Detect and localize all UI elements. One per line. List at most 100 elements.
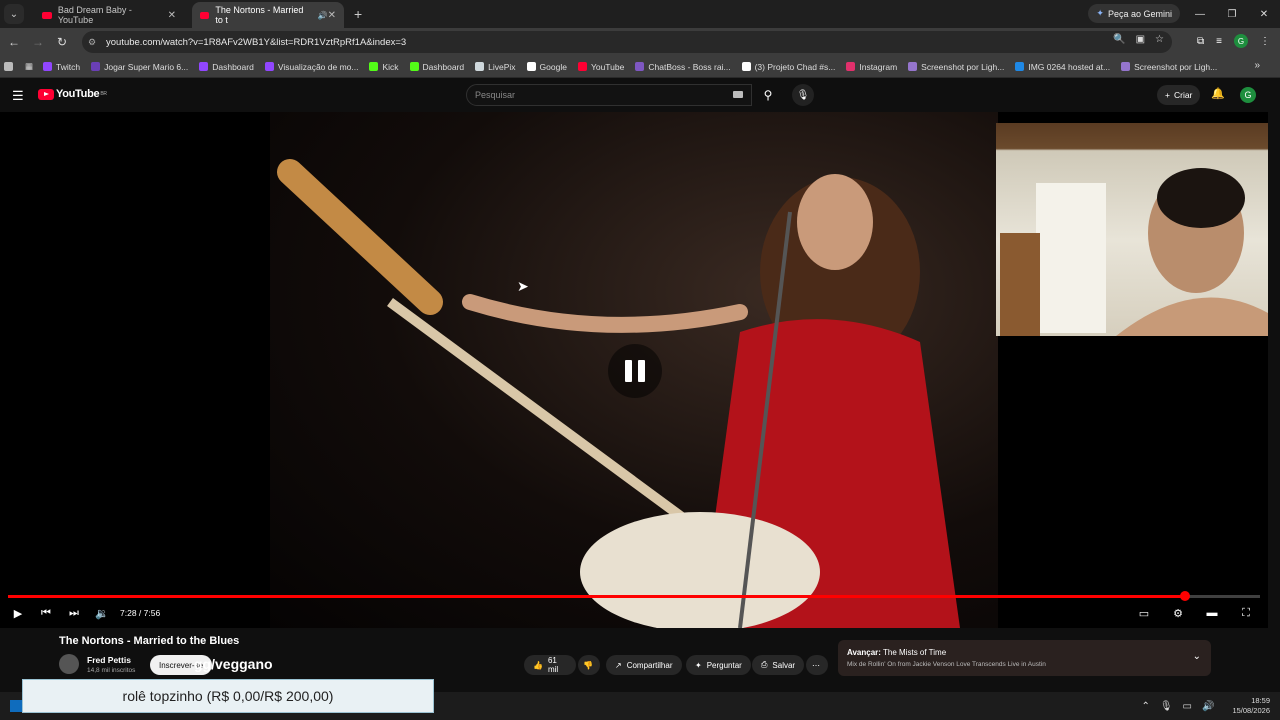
thumbs-down-icon: 👎 bbox=[583, 660, 593, 670]
bookmark-item[interactable]: Screenshot por Ligh... bbox=[908, 62, 1004, 72]
chevron-up-icon[interactable]: ⌃ bbox=[1141, 701, 1149, 712]
restore-icon[interactable]: ❐ bbox=[1216, 9, 1248, 20]
search-input[interactable]: Pesquisar bbox=[466, 84, 752, 106]
video-player[interactable]: ➤ ▶ ⏮ ⏭ 🔉 7:28 / 7:56 ▭ ⚙ ▬ ⛶ bbox=[0, 112, 1268, 628]
dislike-button[interactable]: 👎 bbox=[578, 655, 600, 675]
bookmark-item[interactable]: Google bbox=[526, 62, 567, 72]
bookmark-label: Screenshot por Ligh... bbox=[1134, 61, 1218, 72]
share-label: Compartilhar bbox=[626, 660, 673, 670]
speaker-icon[interactable]: 🔊 bbox=[1202, 701, 1214, 712]
close-tab-icon[interactable]: ✕ bbox=[328, 10, 336, 21]
bookmark-item[interactable]: Twitch bbox=[43, 62, 80, 72]
network-icon[interactable]: ▭ bbox=[1183, 701, 1192, 712]
url-bar[interactable]: ⚙ youtube.com/watch?v=1R8AFv2WB1Y&list=R… bbox=[82, 31, 1172, 53]
tab-search-button[interactable]: ⌄ bbox=[4, 4, 24, 24]
bookmark-item[interactable]: Jogar Super Mario 6... bbox=[91, 62, 188, 72]
bookmark-item[interactable]: (3) Projeto Chad #s... bbox=[741, 61, 836, 72]
up-next-title: The Mists of Time bbox=[883, 648, 947, 657]
play-icon[interactable]: ▶ bbox=[4, 607, 32, 620]
bookmark-item[interactable]: Visualização de mo... bbox=[264, 62, 358, 72]
extensions-icon[interactable]: ⧉ bbox=[1197, 36, 1204, 47]
bookmark-star-icon[interactable]: ☆ bbox=[1155, 34, 1164, 45]
gemini-button[interactable]: ✦ Peça ao Gemini bbox=[1088, 4, 1180, 23]
next-icon[interactable]: ⏭ bbox=[60, 607, 88, 620]
save-button[interactable]: ⎙ Salvar bbox=[752, 655, 805, 675]
bookmark-item[interactable]: Screenshot por Ligh... bbox=[1121, 62, 1217, 72]
zoom-icon[interactable]: 🔍 bbox=[1113, 34, 1125, 45]
subtitles-icon[interactable]: ▭ bbox=[1130, 607, 1158, 620]
tab-bad-dream-baby[interactable]: Bad Dream Baby - YouTube ✕ bbox=[34, 2, 184, 28]
address-toolbar: ← → ↻ ⚙ youtube.com/watch?v=1R8AFv2WB1Y&… bbox=[0, 28, 1280, 56]
bookmark-item[interactable]: Dashboard bbox=[199, 62, 254, 72]
sparkle-icon: ✦ bbox=[695, 660, 702, 670]
bookmark-favicon-icon bbox=[264, 62, 274, 71]
close-window-icon[interactable]: ✕ bbox=[1248, 9, 1280, 20]
close-tab-icon[interactable]: ✕ bbox=[168, 10, 176, 21]
donation-goal-bar: rolê topzinho (R$ 0,00/R$ 200,00) bbox=[22, 679, 434, 713]
voice-search-button[interactable]: 🎙 bbox=[792, 84, 814, 106]
more-actions-button[interactable]: ⋯ bbox=[806, 655, 828, 675]
fullscreen-icon[interactable]: ⛶ bbox=[1232, 607, 1260, 620]
previous-icon[interactable]: ⏮ bbox=[32, 607, 60, 620]
media-controls-icon[interactable]: ≡ bbox=[1216, 36, 1222, 47]
notifications-bell-icon[interactable]: 🔔 bbox=[1211, 87, 1225, 100]
bookmark-item[interactable]: Kick bbox=[369, 62, 399, 72]
microphone-icon[interactable]: 🎙 bbox=[1160, 701, 1173, 712]
tab-the-nortons[interactable]: The Nortons - Married to t 🔊 ✕ bbox=[192, 2, 344, 28]
save-label: Salvar bbox=[772, 660, 796, 670]
chevron-down-icon[interactable]: ⌄ bbox=[1193, 651, 1201, 662]
profile-avatar[interactable]: G bbox=[1234, 34, 1248, 48]
center-pause-indicator[interactable] bbox=[608, 344, 662, 398]
bookmark-label: (3) Projeto Chad #s... bbox=[754, 61, 836, 72]
ask-button[interactable]: ✦ Perguntar bbox=[686, 655, 751, 675]
webcam-image bbox=[1000, 168, 1268, 336]
menu-icon[interactable]: ⋮ bbox=[1260, 36, 1270, 47]
settings-gear-icon[interactable]: ⚙ bbox=[1164, 607, 1192, 620]
scrubber-handle[interactable] bbox=[1179, 591, 1190, 601]
back-icon[interactable]: ← bbox=[2, 35, 26, 49]
forward-icon[interactable]: → bbox=[26, 35, 50, 49]
time-display: 7:28 / 7:56 bbox=[120, 608, 161, 618]
bookmark-item[interactable]: YouTube bbox=[577, 62, 624, 72]
youtube-account-avatar[interactable]: G bbox=[1240, 87, 1256, 103]
bookmark-item[interactable]: Dashboard bbox=[409, 62, 464, 72]
toolbar-right: ⧉ ≡ G ⋮ bbox=[1197, 34, 1270, 48]
progress-bar[interactable] bbox=[8, 591, 1260, 601]
site-info-icon[interactable]: ⚙ bbox=[88, 37, 102, 48]
search-icon: ⚲ bbox=[763, 88, 773, 102]
youtube-logo-text: YouTube bbox=[56, 88, 100, 100]
youtube-favicon-icon bbox=[42, 11, 52, 19]
gemini-icon: ✦ bbox=[1096, 8, 1104, 18]
bookmark-item[interactable]: IMG 0264 hosted at... bbox=[1015, 62, 1110, 72]
youtube-logo[interactable]: YouTube BR bbox=[38, 88, 107, 100]
audio-playing-icon[interactable]: 🔊 bbox=[318, 11, 328, 20]
bookmark-item[interactable]: ChatBoss - Boss rai... bbox=[635, 62, 731, 72]
create-button[interactable]: + Criar bbox=[1157, 85, 1201, 105]
url-text: youtube.com/watch?v=1R8AFv2WB1Y&list=RDR… bbox=[106, 36, 407, 48]
like-count: 61 mil bbox=[547, 656, 559, 674]
bookmark-favicon-icon bbox=[908, 62, 918, 71]
new-tab-button[interactable]: + bbox=[354, 6, 362, 22]
share-button[interactable]: ↗ Compartilhar bbox=[606, 655, 682, 675]
apps-icon[interactable]: ▦ bbox=[25, 61, 33, 72]
channel-name[interactable]: Fred Pettis bbox=[87, 655, 131, 665]
search-button[interactable]: ⚲ bbox=[752, 84, 784, 106]
bookmarks-overflow-icon[interactable]: » bbox=[1254, 60, 1260, 71]
bookmark-item[interactable]: LivePix bbox=[475, 62, 516, 72]
bookmark-item[interactable]: Instagram bbox=[846, 62, 897, 72]
youtube-favicon-icon bbox=[200, 11, 210, 19]
channel-avatar[interactable] bbox=[59, 654, 79, 674]
volume-icon[interactable]: 🔉 bbox=[88, 607, 116, 620]
keyboard-icon[interactable] bbox=[733, 91, 743, 98]
clock[interactable]: 18:59 15/08/2026 bbox=[1232, 696, 1270, 716]
like-button[interactable]: 👍 61 mil bbox=[524, 655, 576, 675]
browser-tab-strip: ⌄ Bad Dream Baby - YouTube ✕ The Nortons… bbox=[0, 0, 1280, 28]
reload-icon[interactable]: ↻ bbox=[50, 35, 74, 49]
bookmark-folder-icon[interactable] bbox=[4, 62, 17, 71]
start-icon[interactable] bbox=[10, 700, 22, 712]
up-next-panel[interactable]: Avançar: The Mists of Time Mix de Rollin… bbox=[838, 640, 1211, 676]
minimize-icon[interactable]: — bbox=[1184, 9, 1216, 20]
cast-icon[interactable]: ▣ bbox=[1136, 34, 1145, 45]
hamburger-menu-icon[interactable]: ☰ bbox=[12, 88, 24, 104]
theater-mode-icon[interactable]: ▬ bbox=[1198, 607, 1226, 619]
